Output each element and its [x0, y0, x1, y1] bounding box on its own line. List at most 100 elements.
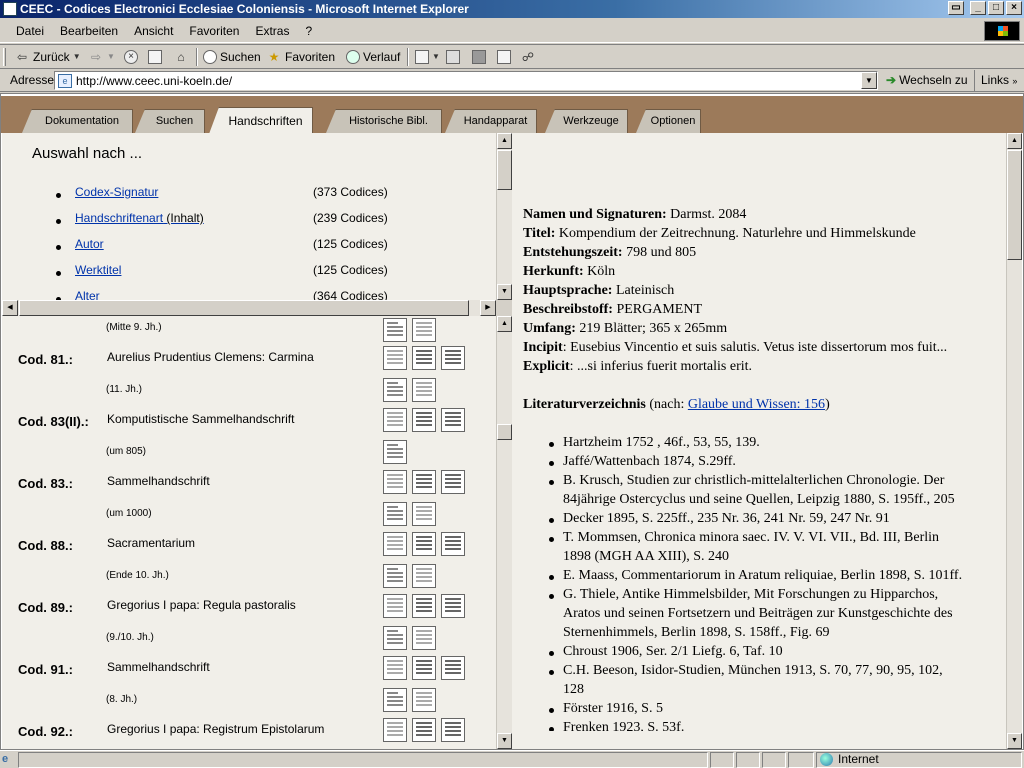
address-url[interactable]: http://www.ceec.uni-koeln.de/ — [76, 74, 232, 88]
document-view-icon[interactable] — [441, 656, 465, 680]
selection-link[interactable]: Codex-Signatur — [75, 185, 158, 199]
codex-title[interactable]: Gregorius I papa: Regula pastoralis — [107, 598, 296, 612]
codex-title[interactable]: Sammelhandschrift — [107, 474, 210, 488]
scroll-up-button[interactable]: ▲ — [1007, 133, 1022, 149]
selection-hscrollbar[interactable]: ◀ ▶ — [2, 300, 496, 316]
favorites-button[interactable]: ★ Favoriten — [266, 48, 335, 66]
chevron-down-icon[interactable]: ▼ — [861, 72, 877, 89]
history-button[interactable]: Verlauf — [346, 48, 400, 66]
document-view-icon[interactable] — [441, 346, 465, 370]
selection-link[interactable]: Werktitel — [75, 263, 121, 277]
selection-link-text[interactable]: Werktitel — [75, 263, 121, 277]
document-view-icon[interactable] — [412, 346, 436, 370]
minimize-button[interactable]: _ — [970, 1, 986, 15]
codex-signature[interactable]: Cod. 91.: — [18, 662, 73, 677]
document-view-icon[interactable] — [383, 564, 407, 588]
document-view-icon[interactable] — [412, 594, 436, 618]
document-view-icon[interactable] — [383, 318, 407, 342]
chevron-down-icon[interactable]: ▼ — [107, 49, 115, 65]
menu-item-1[interactable]: Bearbeiten — [52, 24, 126, 38]
document-view-icon[interactable] — [383, 626, 407, 650]
detail-vscrollbar[interactable]: ▲ ▼ — [1006, 133, 1022, 749]
go-button[interactable]: ➔ Wechseln zu — [886, 73, 968, 87]
tab-3[interactable]: Historische Bibl. — [326, 109, 442, 133]
codex-signature[interactable]: Cod. 81.: — [18, 352, 73, 367]
document-view-icon[interactable] — [412, 564, 436, 588]
menu-item-5[interactable]: ? — [297, 24, 320, 38]
document-view-icon[interactable] — [441, 594, 465, 618]
codex-title[interactable]: Sammelhandschrift — [107, 660, 210, 674]
scroll-down-button[interactable]: ▼ — [497, 733, 512, 749]
document-view-icon[interactable] — [412, 532, 436, 556]
codex-signature[interactable]: Cod. 83.: — [18, 476, 73, 491]
document-view-icon[interactable] — [412, 688, 436, 712]
document-view-icon[interactable] — [412, 502, 436, 526]
chevron-down-icon[interactable]: ▼ — [432, 49, 440, 65]
document-view-icon[interactable] — [412, 718, 436, 742]
tab-0[interactable]: Dokumentation — [22, 109, 133, 133]
scroll-thumb[interactable] — [1007, 150, 1022, 260]
selection-vscrollbar[interactable]: ▲ ▼ — [496, 133, 512, 300]
edit-button[interactable] — [472, 48, 486, 66]
codex-signature[interactable]: Cod. 89.: — [18, 600, 73, 615]
scroll-thumb[interactable] — [497, 424, 512, 440]
document-view-icon[interactable] — [383, 470, 407, 494]
scroll-up-button[interactable]: ▲ — [497, 316, 512, 332]
tab-4[interactable]: Handapparat — [445, 109, 537, 133]
document-view-icon[interactable] — [383, 656, 407, 680]
document-view-icon[interactable] — [441, 718, 465, 742]
print-button[interactable] — [446, 48, 460, 66]
scroll-left-button[interactable]: ◀ — [2, 300, 18, 316]
tab-1[interactable]: Suchen — [135, 109, 205, 133]
document-view-icon[interactable] — [412, 378, 436, 402]
scroll-thumb[interactable] — [497, 150, 512, 190]
selection-link[interactable]: Autor — [75, 237, 104, 251]
document-view-icon[interactable] — [412, 318, 436, 342]
selection-link-text[interactable]: Codex-Signatur — [75, 185, 158, 199]
document-view-icon[interactable] — [383, 378, 407, 402]
document-view-icon[interactable] — [383, 408, 407, 432]
selection-link-text[interactable]: Autor — [75, 237, 104, 251]
codex-title[interactable]: Sacramentarium — [107, 536, 195, 550]
selection-link-text[interactable]: Handschriftenart — [75, 211, 163, 225]
menu-item-4[interactable]: Extras — [247, 24, 297, 38]
document-view-icon[interactable] — [383, 440, 407, 464]
document-view-icon[interactable] — [383, 502, 407, 526]
tab-2[interactable]: Handschriften — [209, 107, 313, 134]
scroll-up-button[interactable]: ▲ — [497, 133, 512, 149]
discuss-button[interactable] — [497, 48, 511, 66]
document-view-icon[interactable] — [383, 594, 407, 618]
address-input[interactable]: e http://www.ceec.uni-koeln.de/ ▼ — [54, 71, 878, 90]
menu-item-0[interactable]: Datei — [8, 24, 52, 38]
mail-button[interactable]: ▼ — [415, 48, 440, 66]
scroll-down-button[interactable]: ▼ — [497, 284, 512, 300]
home-button[interactable]: ⌂ — [173, 48, 189, 66]
codex-title[interactable]: Aurelius Prudentius Clemens: Carmina — [107, 350, 314, 364]
document-view-icon[interactable] — [383, 346, 407, 370]
scroll-thumb[interactable] — [19, 300, 469, 316]
menu-item-3[interactable]: Favoriten — [181, 24, 247, 38]
close-button[interactable]: × — [1006, 1, 1022, 15]
restore-pane-button[interactable]: ▭ — [948, 1, 964, 15]
codex-vscrollbar[interactable]: ▲ ▼ — [496, 316, 512, 749]
forward-button[interactable]: ⇨ ▼ — [88, 48, 115, 66]
document-view-icon[interactable] — [383, 688, 407, 712]
document-view-icon[interactable] — [412, 626, 436, 650]
selection-link[interactable]: Handschriftenart (Inhalt) — [75, 211, 204, 225]
scroll-down-button[interactable]: ▼ — [1007, 733, 1022, 749]
menu-item-2[interactable]: Ansicht — [126, 24, 181, 38]
document-view-icon[interactable] — [412, 656, 436, 680]
document-view-icon[interactable] — [441, 470, 465, 494]
document-view-icon[interactable] — [383, 532, 407, 556]
codex-signature[interactable]: Cod. 83(II).: — [18, 414, 89, 429]
chevron-down-icon[interactable]: ▼ — [73, 49, 81, 65]
literature-source-link[interactable]: Glaube und Wissen: 156 — [688, 397, 825, 412]
codex-title[interactable]: Komputistische Sammelhandschrift — [107, 412, 294, 426]
messenger-button[interactable]: ☍ — [520, 48, 536, 66]
selection-link[interactable]: Alter — [75, 289, 100, 300]
codex-signature[interactable]: Cod. 92.: — [18, 724, 73, 739]
links-button[interactable]: Links » — [974, 70, 1024, 91]
codex-signature[interactable]: Cod. 88.: — [18, 538, 73, 553]
back-button[interactable]: ⇦ Zurück ▼ — [14, 48, 81, 66]
maximize-button[interactable]: □ — [988, 1, 1004, 15]
